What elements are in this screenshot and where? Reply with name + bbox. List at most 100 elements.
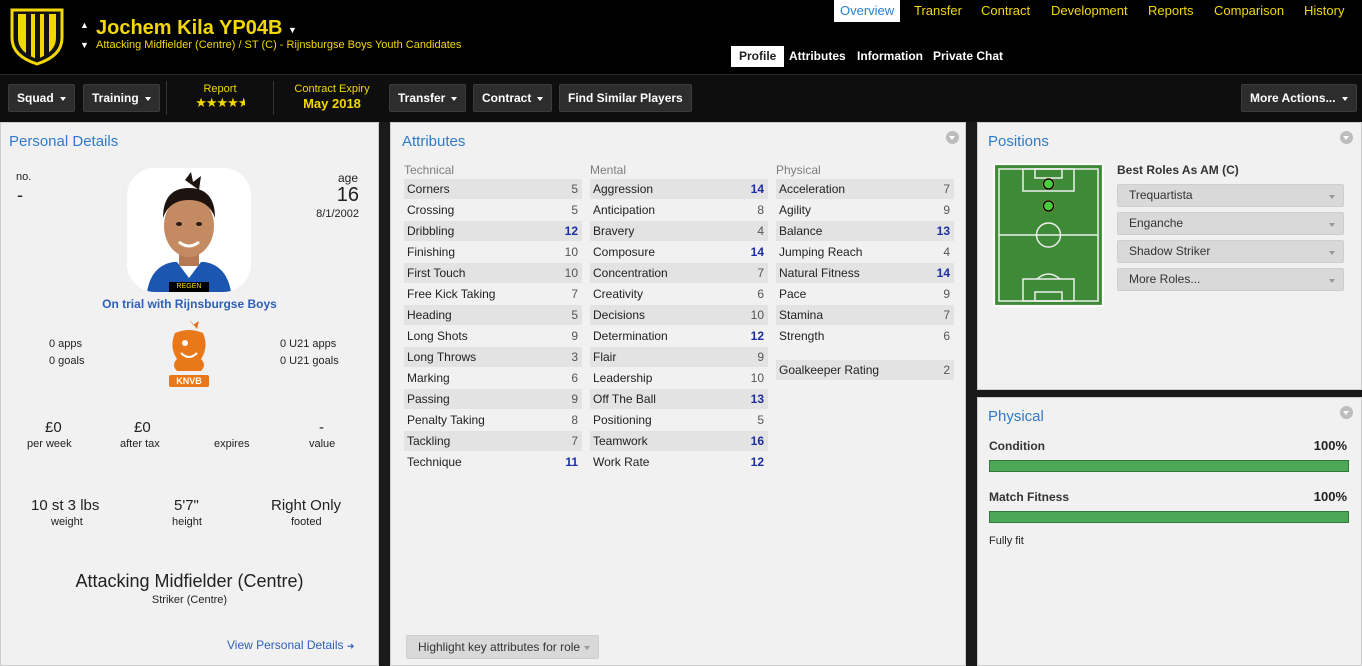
- match-fitness-bar: [989, 511, 1349, 523]
- tab-contract[interactable]: Contract: [981, 0, 1030, 22]
- collapse-positions-icon[interactable]: [1340, 131, 1353, 144]
- chevron-down-icon: [584, 646, 590, 650]
- attribute-name: First Touch: [407, 266, 466, 280]
- report-rating[interactable]: Report ★★★★★: [185, 83, 255, 111]
- collapse-physical-icon[interactable]: [1340, 406, 1353, 419]
- position-pitch[interactable]: [993, 163, 1104, 307]
- attribute-name: Concentration: [593, 266, 668, 280]
- attribute-value: 13: [936, 224, 950, 238]
- tab-development[interactable]: Development: [1051, 0, 1128, 22]
- best-roles-heading: Best Roles As AM (C): [1117, 163, 1239, 177]
- player-position-link[interactable]: Attacking Midfielder (Centre) / ST (C) -…: [96, 39, 461, 51]
- attribute-value: 6: [571, 371, 578, 385]
- tab-overview[interactable]: Overview: [834, 0, 901, 22]
- subtab-private-chat[interactable]: Private Chat: [933, 46, 1003, 67]
- attribute-name: Off The Ball: [593, 392, 656, 406]
- more-roles-button[interactable]: More Roles...: [1117, 268, 1344, 291]
- subtab-attributes[interactable]: Attributes: [789, 46, 846, 67]
- tab-comparison[interactable]: Comparison: [1214, 0, 1284, 22]
- player-menu-down-icon[interactable]: ▼: [80, 40, 89, 50]
- attribute-name: Passing: [407, 392, 450, 406]
- more-actions-button[interactable]: More Actions...: [1241, 84, 1357, 112]
- attribute-row: First Touch 10: [404, 263, 582, 283]
- role-shadow-striker[interactable]: Shadow Striker: [1117, 240, 1344, 263]
- find-similar-players-button[interactable]: Find Similar Players: [559, 84, 692, 112]
- attribute-value: 7: [943, 182, 950, 196]
- report-label: Report: [203, 83, 237, 95]
- attribute-name: Determination: [593, 329, 668, 343]
- wage-label: per week: [27, 438, 72, 450]
- highlight-key-attributes-button[interactable]: Highlight key attributes for role: [406, 635, 599, 659]
- transfer-button[interactable]: Transfer: [389, 84, 467, 112]
- knvb-logo: KNVB: [161, 317, 217, 389]
- attribute-row: Composure 14: [590, 242, 768, 262]
- subtab-profile[interactable]: Profile: [731, 46, 785, 67]
- attribute-row: Finishing 10: [404, 242, 582, 262]
- tab-transfer[interactable]: Transfer: [914, 0, 962, 22]
- regen-tag: REGEN: [176, 283, 202, 290]
- attribute-value: 14: [750, 245, 764, 259]
- tab-reports[interactable]: Reports: [1148, 0, 1194, 22]
- attribute-value: 9: [757, 350, 764, 364]
- market-value: -: [319, 419, 324, 436]
- subtab-information[interactable]: Information: [857, 46, 923, 67]
- contract-expiry-label: Contract Expiry: [294, 83, 370, 95]
- attribute-value: 16: [750, 434, 764, 448]
- attribute-row: Pace 9: [776, 284, 954, 304]
- player-name-dropdown-icon[interactable]: ▼: [288, 25, 297, 35]
- physical-panel: Physical Condition 100% Match Fitness 10…: [977, 397, 1362, 666]
- player-photo: REGEN: [127, 168, 251, 292]
- contract-button[interactable]: Contract: [473, 84, 553, 112]
- attribute-name: Corners: [407, 182, 450, 196]
- collapse-attributes-icon[interactable]: [946, 131, 959, 144]
- chevron-down-icon: [1329, 195, 1335, 199]
- attribute-name: Acceleration: [779, 182, 846, 196]
- attribute-name: Aggression: [593, 182, 654, 196]
- attribute-row: Jumping Reach 4: [776, 242, 954, 262]
- attribute-name: Technique: [407, 455, 462, 469]
- attribute-row: Balance 13: [776, 221, 954, 241]
- training-button[interactable]: Training: [83, 84, 160, 112]
- chevron-down-icon: [1329, 251, 1335, 255]
- tab-history[interactable]: History: [1304, 0, 1344, 22]
- attribute-row: Strength 6: [776, 326, 954, 346]
- attribute-value: 12: [750, 455, 764, 469]
- attribute-row: Bravery 4: [590, 221, 768, 241]
- view-personal-details-label: View Personal Details: [227, 638, 344, 652]
- view-personal-details-link[interactable]: View Personal Details ➜: [227, 638, 354, 652]
- training-label: Training: [92, 91, 139, 105]
- chevron-down-icon: [451, 96, 458, 101]
- attribute-name: Free Kick Taking: [407, 287, 496, 301]
- attribute-value: 14: [936, 266, 950, 280]
- attribute-name: Decisions: [593, 308, 646, 322]
- height-label: height: [172, 516, 202, 528]
- attribute-row: Decisions 10: [590, 305, 768, 325]
- chevron-down-icon: [537, 96, 544, 101]
- role-trequartista[interactable]: Trequartista: [1117, 184, 1344, 207]
- attribute-name: Composure: [593, 245, 656, 259]
- pitch-icon: [994, 164, 1103, 306]
- role-enganche[interactable]: Enganche: [1117, 212, 1344, 235]
- attribute-name: Jumping Reach: [779, 245, 863, 259]
- report-stars-icon: ★★★★★: [195, 95, 245, 110]
- attribute-row: Agility 9: [776, 200, 954, 220]
- arrow-right-icon: ➜: [346, 641, 355, 651]
- attribute-row: Creativity 6: [590, 284, 768, 304]
- attribute-value: 5: [571, 182, 578, 196]
- attribute-row: Work Rate 12: [590, 452, 768, 472]
- attribute-row: Concentration 7: [590, 263, 768, 283]
- preferred-foot-value: Right Only: [271, 497, 342, 514]
- positions-title: Positions: [988, 133, 1049, 150]
- chevron-down-icon: [1341, 96, 1348, 101]
- attribute-row: Flair 9: [590, 347, 768, 367]
- attribute-name: Long Shots: [407, 329, 468, 343]
- attribute-row: Tackling 7: [404, 431, 582, 451]
- role-label: More Roles...: [1129, 272, 1201, 286]
- attribute-name: Teamwork: [593, 434, 648, 448]
- role-label: Trequartista: [1129, 188, 1193, 202]
- attribute-row: Off The Ball 13: [590, 389, 768, 409]
- player-menu-up-icon[interactable]: ▲: [80, 20, 89, 30]
- squad-button[interactable]: Squad: [8, 84, 75, 112]
- attribute-row: Natural Fitness 14: [776, 263, 954, 283]
- physical-title: Physical: [988, 408, 1044, 425]
